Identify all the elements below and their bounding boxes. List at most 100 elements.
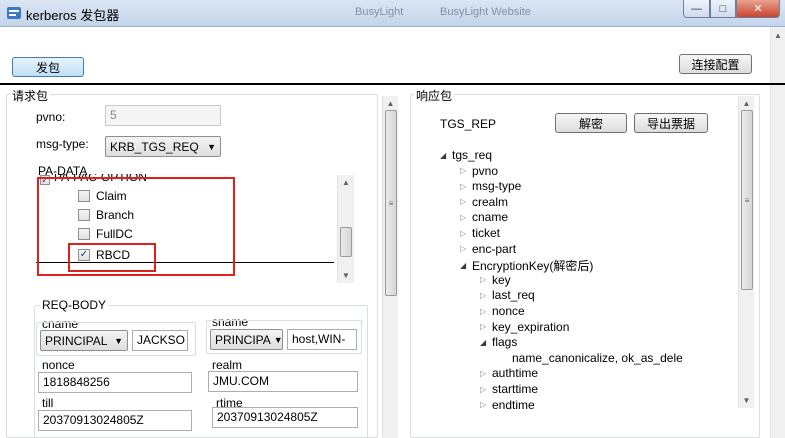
tree-node[interactable]: ▷ crealm: [460, 195, 508, 209]
collapsed-triangle-icon[interactable]: ▷: [480, 385, 492, 394]
tree-node-label: nonce: [492, 304, 525, 318]
scroll-up-icon[interactable]: ▲: [771, 31, 785, 40]
app-icon: [7, 7, 21, 19]
tree-node-label: tgs_req: [452, 148, 493, 162]
tree-node-label: enc-part: [472, 241, 517, 256]
collapsed-triangle-icon[interactable]: ▷: [460, 244, 472, 253]
tree-node[interactable]: ▷ starttime: [480, 382, 538, 396]
background-tab: BusyLight: [355, 6, 404, 18]
collapsed-triangle-icon[interactable]: ▷: [480, 322, 492, 331]
tree-node[interactable]: name_canonicalize, ok_as_dele: [512, 351, 683, 365]
window-scrollbar[interactable]: ▲: [770, 27, 785, 438]
tree-node-label: endtime: [492, 397, 535, 412]
collapsed-triangle-icon[interactable]: ▷: [460, 213, 472, 222]
divider: [0, 83, 785, 85]
tree-node[interactable]: ▷ nonce: [480, 304, 525, 318]
pvno-input[interactable]: 5: [105, 105, 221, 126]
collapsed-triangle-icon[interactable]: ▷: [480, 400, 492, 409]
response-scroll-thumb[interactable]: ≡: [741, 110, 753, 290]
response-group-label: 响应包: [414, 87, 455, 104]
tree-node-label: flags: [492, 335, 518, 350]
collapsed-triangle-icon[interactable]: ▷: [480, 291, 492, 300]
tree-node-label: key_expiration: [492, 319, 570, 334]
scroll-up-icon[interactable]: ▲: [338, 178, 354, 187]
tree-node-label: cname: [472, 210, 509, 225]
tree-node[interactable]: ▷ cname: [460, 210, 508, 224]
collapsed-triangle-icon[interactable]: ▷: [480, 369, 492, 378]
tree-node-label: starttime: [492, 382, 539, 396]
collapsed-triangle-icon[interactable]: ▷: [460, 229, 472, 238]
cname-type-select[interactable]: PRINCIPAL ▼: [40, 330, 128, 351]
collapsed-triangle-icon[interactable]: ▷: [480, 275, 492, 284]
sname-input[interactable]: host,WIN-: [287, 329, 357, 350]
till-label: till: [42, 396, 54, 410]
realm-input[interactable]: JMU.COM: [208, 371, 358, 392]
tree-node[interactable]: ▷ authtime: [480, 366, 538, 380]
tree-node[interactable]: ▷ last_req: [480, 288, 535, 302]
tree-node[interactable]: ◢ flags: [480, 335, 517, 349]
tree-node[interactable]: ▷ enc-part: [460, 242, 516, 256]
padata-scroll-thumb[interactable]: [340, 227, 352, 257]
collapsed-triangle-icon[interactable]: ▷: [460, 182, 472, 191]
tree-node[interactable]: ▷ key_expiration: [480, 320, 569, 334]
minimize-button[interactable]: —: [683, 0, 710, 18]
export-ticket-button[interactable]: 导出票据: [634, 113, 708, 133]
cname-type-value: PRINCIPAL: [45, 333, 108, 348]
rtime-input[interactable]: 20370913024805Z: [212, 407, 358, 428]
msgtype-select[interactable]: KRB_TGS_REQ ▼: [105, 136, 221, 157]
tree-node-label: pvno: [472, 163, 499, 178]
nonce-input[interactable]: 1818848256: [38, 372, 192, 393]
tree-node-label: msg-type: [472, 179, 522, 194]
collapsed-triangle-icon[interactable]: ▷: [460, 197, 472, 206]
response-type-label: TGS_REP: [440, 117, 497, 131]
sname-type-select[interactable]: PRINCIPA ▼: [210, 329, 283, 350]
scroll-down-icon[interactable]: ▼: [739, 396, 754, 405]
tree-node-label: ticket: [472, 226, 501, 240]
expanded-triangle-icon[interactable]: ◢: [480, 338, 492, 347]
scroll-up-icon[interactable]: ▲: [383, 99, 398, 108]
tree-node[interactable]: ▷ endtime: [480, 398, 535, 412]
dropdown-arrow-icon: ▼: [273, 334, 283, 345]
tree-node-label: authtime: [492, 366, 539, 381]
response-tree: ◢ tgs_req ▷ pvno ▷ msg-type ▷ crealm ▷ cname ▷ tick…: [414, 148, 732, 412]
msgtype-label: msg-type:: [36, 137, 89, 151]
window-title: kerberos 发包器: [26, 8, 120, 23]
tree-node-label: EncryptionKey(解密后): [472, 259, 594, 274]
till-input[interactable]: 20370913024805Z: [38, 410, 192, 431]
tree-node[interactable]: ▷ key: [480, 273, 511, 287]
tree-node-label: last_req: [492, 288, 535, 303]
connect-config-button[interactable]: 连接配置: [679, 54, 752, 74]
collapsed-triangle-icon[interactable]: ▷: [480, 307, 492, 316]
dropdown-arrow-icon: ▼: [114, 335, 123, 346]
dropdown-arrow-icon: ▼: [207, 141, 216, 152]
background-tab: BusyLight Website: [440, 6, 531, 18]
tree-node[interactable]: ▷ pvno: [460, 164, 498, 178]
maximize-button[interactable]: □: [710, 0, 736, 18]
scroll-down-icon[interactable]: ▼: [338, 271, 354, 280]
tree-node[interactable]: ▷ ticket: [460, 226, 500, 240]
cname-input[interactable]: JACKSO: [132, 330, 188, 351]
request-group-label: 请求包: [10, 87, 51, 104]
tree-node[interactable]: ▷ msg-type: [460, 179, 521, 193]
tree-node[interactable]: ◢ tgs_req: [440, 148, 492, 162]
sname-type-value: PRINCIPA: [215, 332, 271, 347]
expanded-triangle-icon[interactable]: ◢: [440, 151, 452, 160]
collapsed-triangle-icon[interactable]: ▷: [460, 166, 472, 175]
title-bar: kerberos 发包器 BusyLight BusyLight Website…: [0, 0, 785, 27]
padata-scrollbar[interactable]: ▲ ▼: [337, 175, 354, 283]
tree-node-label: crealm: [472, 194, 509, 209]
tree-node-label: key: [492, 272, 511, 287]
expanded-triangle-icon[interactable]: ◢: [460, 261, 472, 270]
realm-label: realm: [212, 358, 243, 372]
decrypt-button[interactable]: 解密: [555, 113, 627, 133]
highlight-box-rbcd: [68, 243, 156, 272]
request-scrollbar[interactable]: ▲ ≡: [382, 96, 398, 438]
send-button[interactable]: 发包: [12, 57, 84, 77]
tree-node-label: name_canonicalize, ok_as_dele: [512, 350, 683, 365]
response-scrollbar[interactable]: ▲ ≡ ▼: [738, 96, 754, 408]
close-button[interactable]: ✕: [736, 0, 780, 18]
reqbody-label: REQ-BODY: [40, 298, 109, 312]
tree-node[interactable]: ◢ EncryptionKey(解密后): [460, 257, 593, 274]
request-scroll-thumb[interactable]: ≡: [385, 110, 397, 296]
scroll-up-icon[interactable]: ▲: [739, 99, 754, 108]
